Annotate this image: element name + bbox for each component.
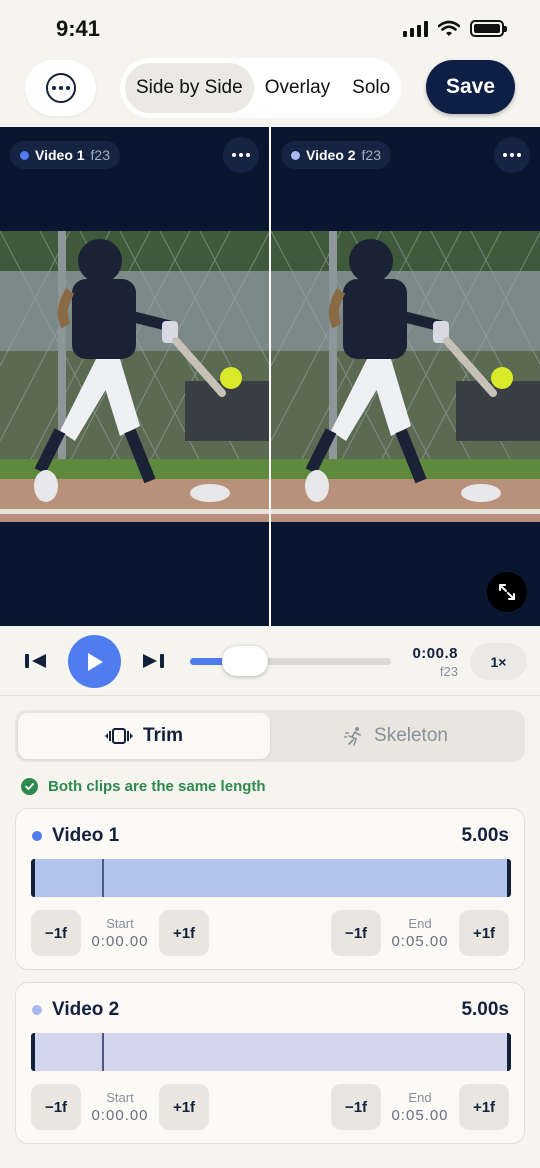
tab-skeleton-label: Skeleton (374, 725, 448, 746)
end-minus-frame-button[interactable]: −1f (331, 1084, 381, 1130)
clip-duration: 5.00s (461, 999, 509, 1020)
battery-icon (470, 20, 507, 37)
end-time: End 0:05.00 (381, 916, 459, 950)
video-label-badge: Video 2 f23 (281, 141, 392, 169)
view-mode-side-by-side[interactable]: Side by Side (125, 63, 254, 113)
view-mode-overlay[interactable]: Overlay (254, 63, 341, 113)
start-label: Start (106, 916, 134, 931)
edit-mode-tabs: Trim Skeleton (15, 710, 525, 762)
playhead-marker (102, 1033, 104, 1071)
start-plus-frame-button[interactable]: +1f (159, 910, 209, 956)
end-plus-frame-button[interactable]: +1f (459, 1084, 509, 1130)
view-mode-segmented-control: Side by Side Overlay Solo (120, 58, 401, 118)
video-pane-1[interactable]: Video 1 f23 (0, 127, 269, 626)
trim-track[interactable] (31, 1033, 511, 1071)
step-back-icon (25, 654, 46, 668)
end-value: 0:05.00 (391, 1107, 449, 1124)
more-options-button[interactable] (25, 60, 96, 116)
clip-duration: 5.00s (461, 825, 509, 846)
clip-header: Video 2 (32, 999, 119, 1021)
tab-trim[interactable]: Trim (18, 713, 270, 759)
end-time: End 0:05.00 (381, 1090, 459, 1124)
cellular-signal-icon (403, 20, 428, 37)
end-trim-controls: −1f End 0:05.00 +1f (331, 1084, 509, 1130)
start-time: Start 0:00.00 (81, 1090, 159, 1124)
status-icons (403, 20, 507, 37)
end-plus-frame-button[interactable]: +1f (459, 910, 509, 956)
clip-length-status: Both clips are the same length (21, 778, 266, 795)
end-label: End (408, 916, 432, 931)
playback-controls: 0:00.8 f23 1× (0, 626, 540, 696)
end-minus-frame-button[interactable]: −1f (331, 910, 381, 956)
start-trim-controls: −1f Start 0:00.00 +1f (31, 1084, 209, 1130)
status-bar: 9:41 (0, 0, 540, 58)
step-forward-icon (143, 654, 164, 668)
wifi-icon (438, 20, 460, 36)
save-button[interactable]: Save (426, 60, 515, 114)
video-frame-2 (271, 231, 540, 522)
step-back-button[interactable] (23, 650, 49, 672)
video-frame-1 (0, 231, 269, 522)
end-value: 0:05.00 (391, 933, 449, 950)
checkmark-circle-icon (21, 778, 38, 795)
start-minus-frame-button[interactable]: −1f (31, 910, 81, 956)
clip-card-video-2: Video 2 5.00s −1f Start 0:00.00 +1f −1f … (15, 982, 525, 1144)
status-time: 9:41 (56, 16, 101, 41)
timecode: 0:00.8 f23 (412, 645, 458, 679)
start-value: 0:00.00 (91, 1107, 149, 1124)
start-minus-frame-button[interactable]: −1f (31, 1084, 81, 1130)
clip-name: Video 2 (52, 999, 120, 1020)
playback-speed-button[interactable]: 1× (470, 643, 527, 680)
start-trim-controls: −1f Start 0:00.00 +1f (31, 910, 209, 956)
video-label-text: Video 1 (35, 147, 85, 163)
clip-name: Video 1 (52, 825, 120, 846)
play-icon (87, 652, 103, 671)
end-trim-controls: −1f End 0:05.00 +1f (331, 910, 509, 956)
clip-header: Video 1 (32, 825, 119, 847)
start-label: Start (106, 1090, 134, 1105)
play-button[interactable] (68, 635, 121, 688)
expand-arrows-icon (499, 584, 515, 600)
tab-trim-label: Trim (142, 725, 184, 746)
video-color-dot (20, 150, 29, 160)
video-menu-button[interactable] (494, 137, 530, 173)
video-color-dot (291, 150, 300, 160)
start-value: 0:00.00 (91, 933, 149, 950)
start-plus-frame-button[interactable]: +1f (159, 1084, 209, 1130)
video-menu-button[interactable] (223, 137, 259, 173)
step-forward-button[interactable] (140, 650, 166, 672)
clip-color-dot (32, 1005, 42, 1015)
clip-color-dot (32, 831, 42, 841)
video-frame-number: f23 (361, 147, 382, 163)
video-label-badge: Video 1 f23 (10, 141, 121, 169)
playhead-marker (102, 859, 104, 897)
top-toolbar: Side by Side Overlay Solo Save (0, 58, 540, 120)
video-pane-2[interactable]: Video 2 f23 (271, 127, 540, 626)
video-frame-number: f23 (90, 147, 111, 163)
scrubber-thumb[interactable] (222, 646, 269, 676)
end-label: End (408, 1090, 432, 1105)
trim-track[interactable] (31, 859, 511, 897)
current-time: 0:00.8 (412, 645, 458, 662)
clip-length-status-text: Both clips are the same length (48, 778, 266, 795)
video-label-text: Video 2 (306, 147, 356, 163)
tab-skeleton[interactable]: Skeleton (270, 713, 522, 759)
scrubber-track[interactable] (190, 646, 391, 676)
expand-button[interactable] (487, 572, 527, 612)
view-mode-solo[interactable]: Solo (341, 63, 401, 113)
trim-icon (104, 728, 133, 744)
clip-card-video-1: Video 1 5.00s −1f Start 0:00.00 +1f −1f … (15, 808, 525, 970)
running-figure-icon (344, 727, 361, 746)
current-frame: f23 (439, 664, 458, 679)
ellipsis-circle-icon (45, 73, 76, 103)
start-time: Start 0:00.00 (81, 916, 159, 950)
video-comparison-area: Video 1 f23 Video 2 f23 (0, 127, 540, 626)
